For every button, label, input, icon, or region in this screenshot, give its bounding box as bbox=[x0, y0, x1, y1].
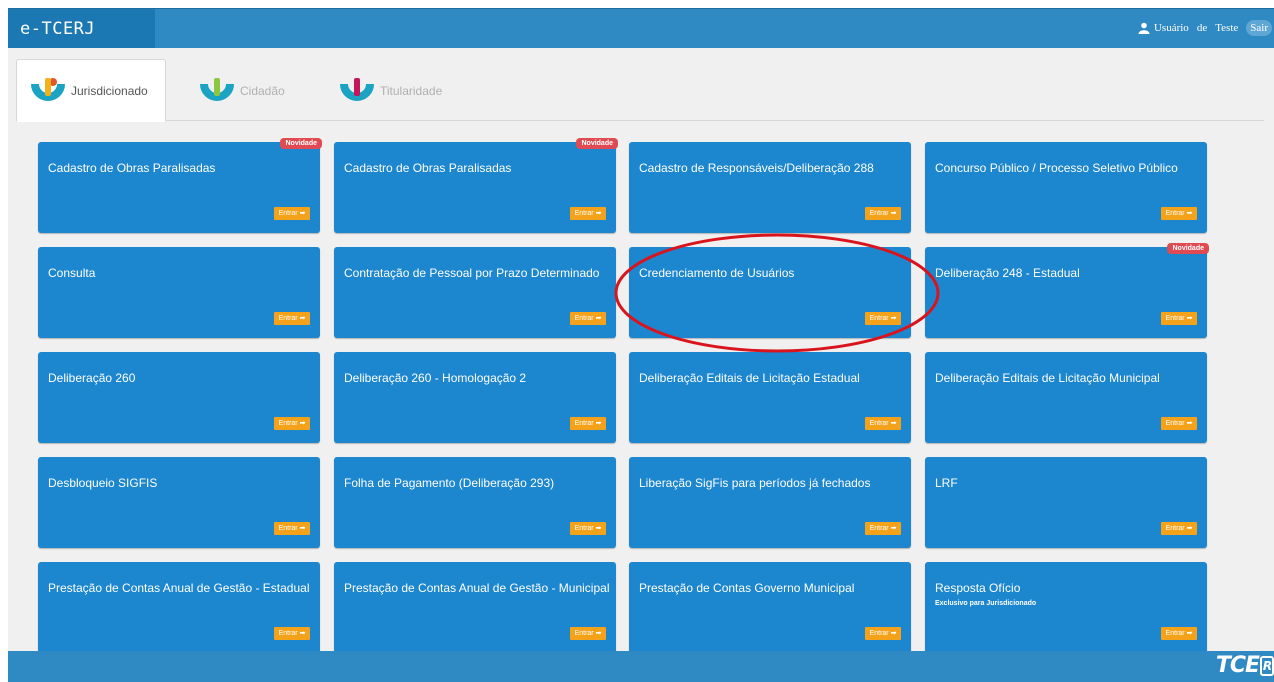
cidadao-logo-icon bbox=[200, 77, 234, 101]
card-title: Deliberação Editais de Licitação Municip… bbox=[935, 371, 1160, 385]
bottom-bar: TCE R bbox=[8, 651, 1274, 682]
enter-button[interactable]: Entrar ➡ bbox=[570, 522, 606, 535]
user-name-word: Usuário bbox=[1153, 22, 1189, 34]
card-title: Deliberação Editais de Licitação Estadua… bbox=[639, 371, 860, 385]
page: e-TCERJ Usuário de Teste Sair Jurisdicio… bbox=[0, 0, 1274, 682]
card-title: Prestação de Contas Anual de Gestão - Mu… bbox=[344, 581, 610, 595]
enter-button[interactable]: Entrar ➡ bbox=[274, 522, 310, 535]
user-menu[interactable]: Usuário de Teste Sair bbox=[1138, 17, 1272, 39]
main-panel: Jurisdicionado Cidadão Titularidade bbox=[8, 48, 1274, 651]
card-subtitle: Exclusivo para Jurisdicionado bbox=[935, 600, 1037, 607]
card-title: Cadastro de Obras Paralisadas bbox=[48, 161, 216, 175]
service-card-credenciamento[interactable]: Credenciamento de Usuários Entrar ➡ bbox=[629, 247, 911, 338]
card-title: Consulta bbox=[48, 266, 96, 280]
tab-label: Jurisdicionado bbox=[71, 83, 148, 98]
user-icon bbox=[1138, 22, 1150, 34]
enter-button[interactable]: Entrar ➡ bbox=[274, 417, 310, 430]
service-card[interactable]: Contratação de Pessoal por Prazo Determi… bbox=[334, 247, 616, 338]
service-card[interactable]: Deliberação 260 Entrar ➡ bbox=[38, 352, 320, 443]
service-card[interactable]: Cadastro de Responsáveis/Deliberação 288… bbox=[629, 142, 911, 233]
enter-button[interactable]: Entrar ➡ bbox=[274, 627, 310, 640]
card-title: Cadastro de Responsáveis/Deliberação 288 bbox=[639, 161, 874, 175]
card-title: Deliberação 260 - Homologação 2 bbox=[344, 371, 527, 385]
service-card[interactable]: Prestação de Contas Anual de Gestão - Mu… bbox=[334, 562, 616, 653]
app-title[interactable]: e-TCERJ bbox=[8, 9, 155, 49]
enter-button[interactable]: Entrar ➡ bbox=[274, 207, 310, 220]
service-card[interactable]: Deliberação Editais de Licitação Municip… bbox=[925, 352, 1207, 443]
tab-label: Cidadão bbox=[240, 83, 285, 98]
new-badge: Novidade bbox=[576, 138, 618, 149]
enter-button[interactable]: Entrar ➡ bbox=[865, 207, 901, 220]
tab-titularidade[interactable]: Titularidade bbox=[326, 59, 466, 122]
service-card[interactable]: Folha de Pagamento (Deliberação 293) Ent… bbox=[334, 457, 616, 548]
enter-button[interactable]: Entrar ➡ bbox=[1161, 522, 1197, 535]
new-badge: Novidade bbox=[280, 138, 322, 149]
service-card[interactable]: Prestação de Contas Governo Municipal En… bbox=[629, 562, 911, 653]
card-title: Folha de Pagamento (Deliberação 293) bbox=[344, 476, 555, 490]
enter-button[interactable]: Entrar ➡ bbox=[1161, 417, 1197, 430]
enter-button[interactable]: Entrar ➡ bbox=[570, 312, 606, 325]
enter-button[interactable]: Entrar ➡ bbox=[865, 522, 901, 535]
enter-button[interactable]: Entrar ➡ bbox=[1161, 627, 1197, 640]
service-card[interactable]: Deliberação Editais de Licitação Estadua… bbox=[629, 352, 911, 443]
enter-button[interactable]: Entrar ➡ bbox=[570, 207, 606, 220]
service-card[interactable]: Novidade Deliberação 248 - Estadual Entr… bbox=[925, 243, 1209, 338]
service-card[interactable]: Novidade Cadastro de Obras Paralisadas E… bbox=[334, 138, 618, 233]
new-badge: Novidade bbox=[1167, 243, 1209, 254]
card-title: Cadastro de Obras Paralisadas bbox=[344, 161, 512, 175]
enter-button[interactable]: Entrar ➡ bbox=[865, 627, 901, 640]
logo-mark: R bbox=[1260, 656, 1274, 676]
tab-cidadao[interactable]: Cidadão bbox=[186, 59, 306, 122]
enter-button[interactable]: Entrar ➡ bbox=[1161, 207, 1197, 220]
tab-label: Titularidade bbox=[380, 83, 443, 98]
service-card[interactable]: Liberação SigFis para períodos já fechad… bbox=[629, 457, 911, 548]
card-title: LRF bbox=[935, 476, 958, 490]
card-title: Resposta Ofício bbox=[935, 581, 1021, 595]
card-title: Concurso Público / Processo Seletivo Púb… bbox=[935, 161, 1178, 175]
logo-text: TCE bbox=[1215, 653, 1260, 678]
jurisdicionado-logo-icon bbox=[31, 77, 65, 101]
service-card[interactable]: Novidade Cadastro de Obras Paralisadas E… bbox=[38, 138, 322, 233]
enter-button[interactable]: Entrar ➡ bbox=[865, 312, 901, 325]
enter-button[interactable]: Entrar ➡ bbox=[274, 312, 310, 325]
card-title: Prestação de Contas Governo Municipal bbox=[639, 581, 855, 595]
card-title: Deliberação 248 - Estadual bbox=[935, 266, 1080, 280]
card-title: Contratação de Pessoal por Prazo Determi… bbox=[344, 266, 600, 280]
card-title: Desbloqueio SIGFIS bbox=[48, 476, 158, 490]
service-card[interactable]: Deliberação 260 - Homologação 2 Entrar ➡ bbox=[334, 352, 616, 443]
enter-button[interactable]: Entrar ➡ bbox=[1161, 312, 1197, 325]
service-card[interactable]: Desbloqueio SIGFIS Entrar ➡ bbox=[38, 457, 320, 548]
card-title: Liberação SigFis para períodos já fechad… bbox=[639, 476, 871, 490]
user-name-word: de bbox=[1196, 22, 1208, 34]
service-card[interactable]: LRF Entrar ➡ bbox=[925, 457, 1207, 548]
card-title: Deliberação 260 bbox=[48, 371, 136, 385]
card-title: Credenciamento de Usuários bbox=[639, 266, 795, 280]
tcerj-logo: TCE R bbox=[1216, 653, 1274, 678]
logout-button[interactable]: Sair bbox=[1246, 20, 1272, 36]
service-card[interactable]: Prestação de Contas Anual de Gestão - Es… bbox=[38, 562, 320, 653]
tab-bar: Jurisdicionado Cidadão Titularidade bbox=[16, 59, 1264, 122]
card-title: Prestação de Contas Anual de Gestão - Es… bbox=[48, 581, 310, 595]
service-card[interactable]: Consulta Entrar ➡ bbox=[38, 247, 320, 338]
titularidade-logo-icon bbox=[340, 77, 374, 101]
service-card[interactable]: Concurso Público / Processo Seletivo Púb… bbox=[925, 142, 1207, 233]
service-card[interactable]: Resposta Ofício Exclusivo para Jurisdici… bbox=[925, 562, 1207, 653]
enter-button[interactable]: Entrar ➡ bbox=[570, 627, 606, 640]
enter-button[interactable]: Entrar ➡ bbox=[865, 417, 901, 430]
enter-button[interactable]: Entrar ➡ bbox=[570, 417, 606, 430]
tab-jurisdicionado[interactable]: Jurisdicionado bbox=[16, 59, 166, 122]
top-bar: e-TCERJ Usuário de Teste Sair bbox=[8, 8, 1274, 49]
user-name-word: Teste bbox=[1215, 22, 1239, 34]
